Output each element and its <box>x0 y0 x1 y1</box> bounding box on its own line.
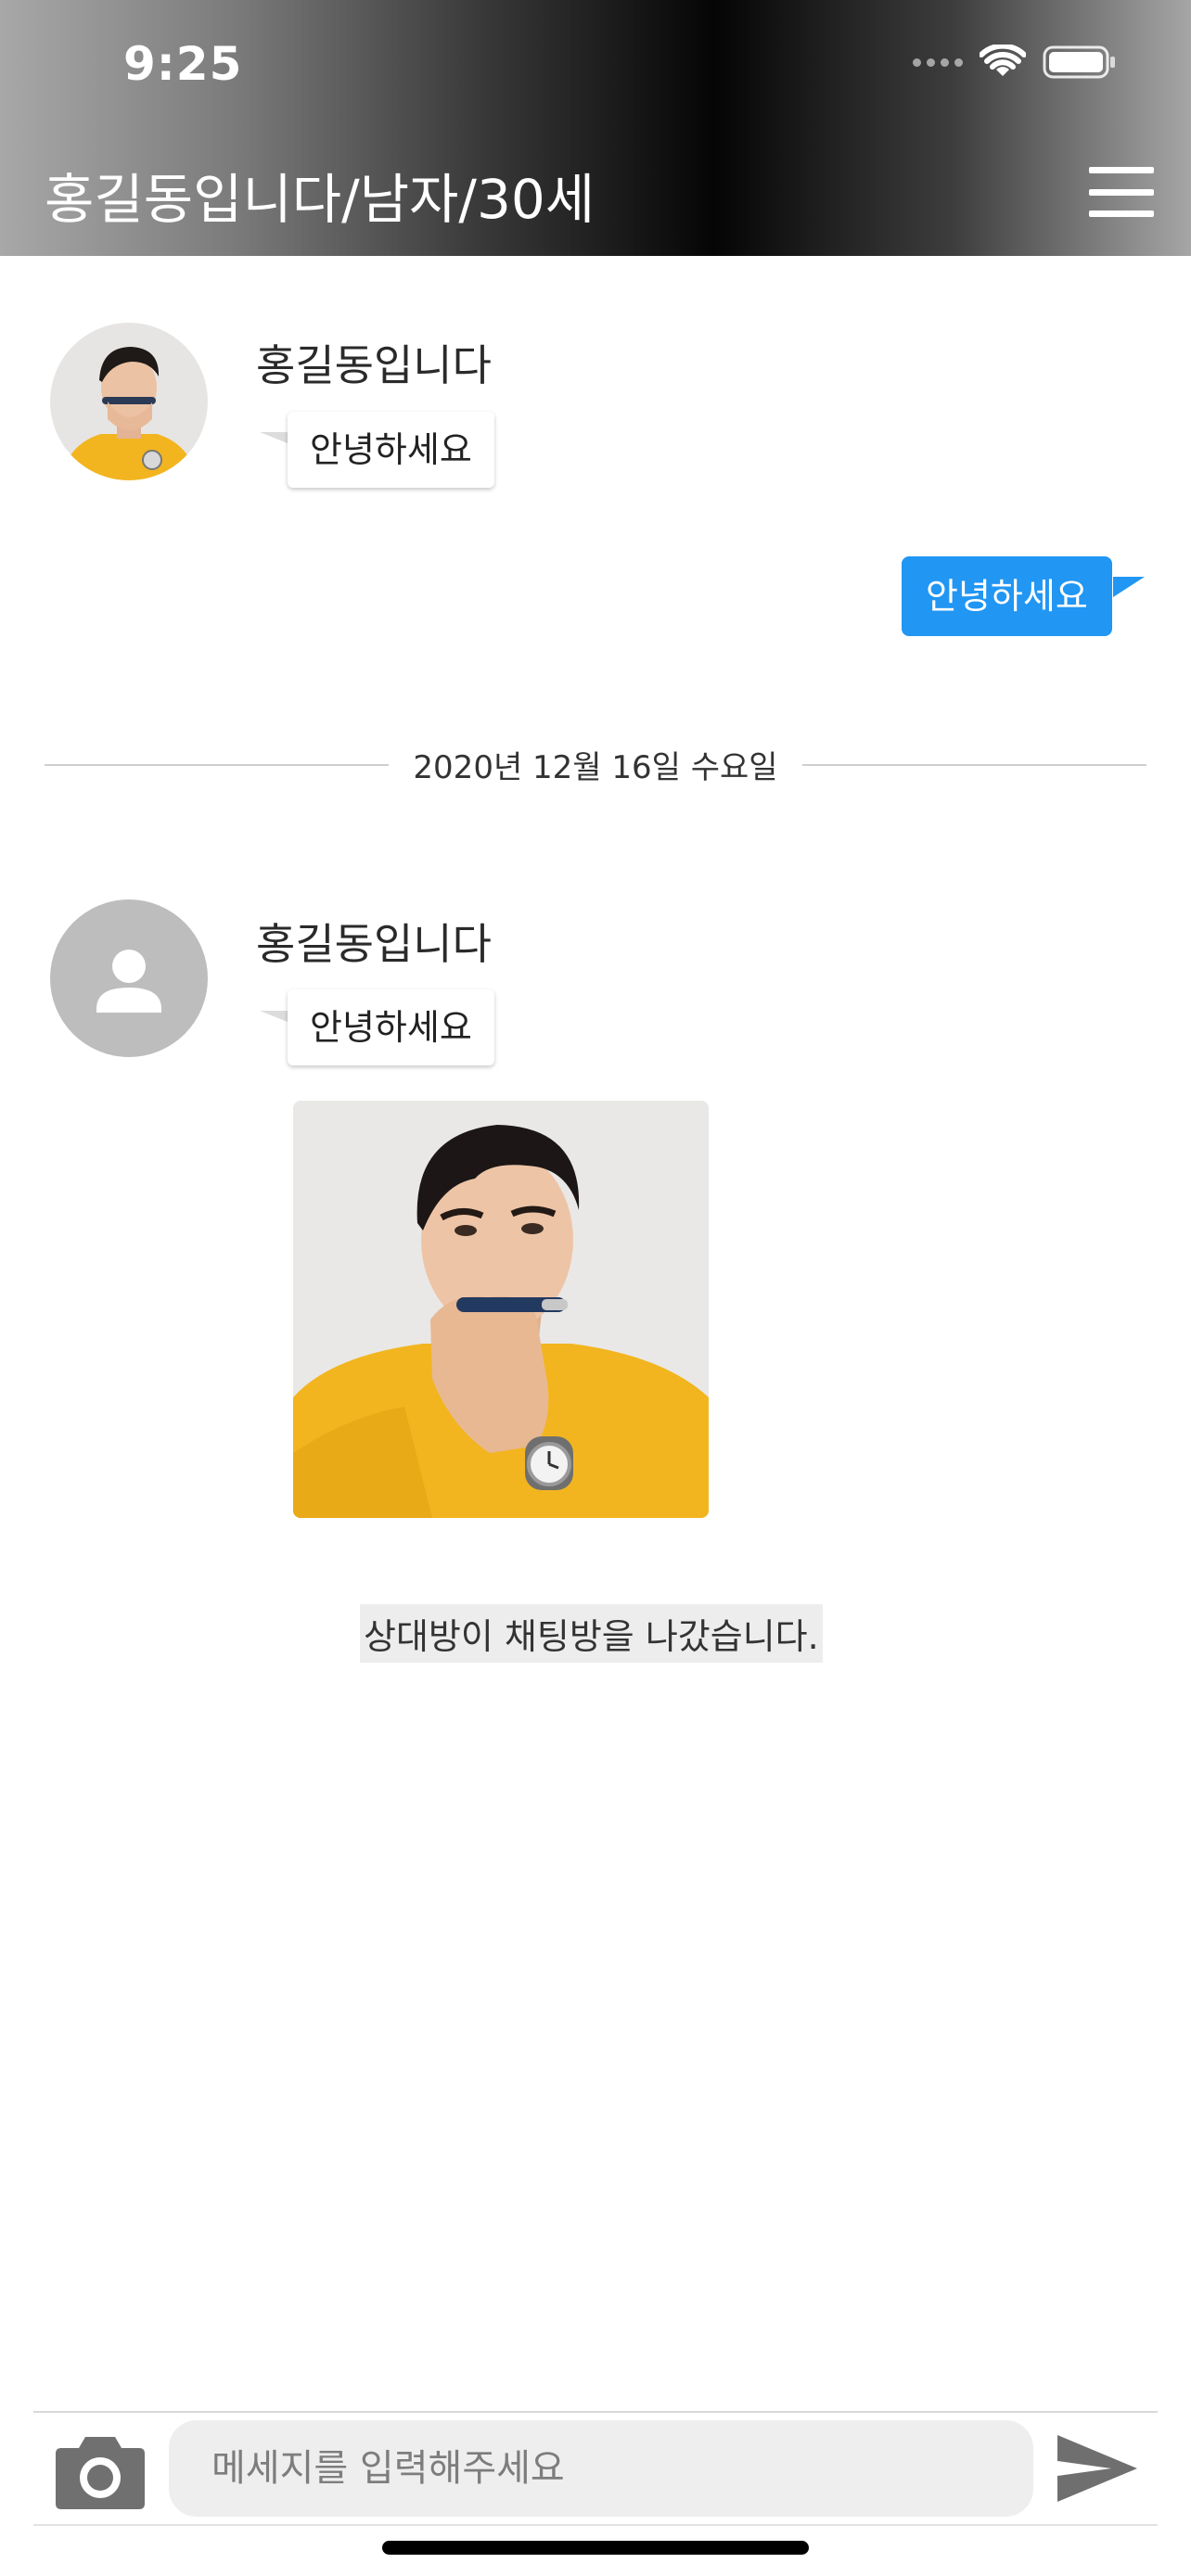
status-time: 9:25 <box>123 37 243 91</box>
leave-notice: 상대방이 채팅방을 나갔습니다. <box>360 1604 823 1663</box>
battery-icon <box>1043 45 1115 79</box>
composer-divider <box>33 2411 1158 2413</box>
person-icon <box>96 950 161 1013</box>
bubble-tail-out <box>1113 577 1145 597</box>
sender-name: 홍길동입니다 <box>256 340 492 390</box>
composer-bottom-divider <box>33 2524 1158 2526</box>
incoming-message[interactable]: 안녕하세요 <box>288 989 494 1065</box>
send-button[interactable] <box>1054 2431 1139 2506</box>
send-icon <box>1057 2435 1137 2502</box>
app-header: 9:25 홍길동입니다/남자/30세 <box>0 0 1191 256</box>
hamburger-icon <box>1089 167 1154 173</box>
outgoing-message[interactable]: 안녕하세요 <box>902 556 1112 636</box>
sender-avatar-photo[interactable] <box>50 323 208 480</box>
bubble-tail <box>260 432 288 443</box>
incoming-message[interactable]: 안녕하세요 <box>288 412 494 488</box>
date-divider: 2020년 12월 16일 수요일 <box>45 742 1147 787</box>
sender-name: 홍길동입니다 <box>256 919 492 969</box>
chat-screen: 9:25 홍길동입니다/남자/30세 홍길동입니다 안녕하세요 안녕하세요 20… <box>0 0 1191 2576</box>
signal-icon <box>913 57 963 67</box>
status-icons <box>913 45 1117 80</box>
home-indicator <box>382 2541 809 2555</box>
message-input[interactable] <box>169 2420 1033 2517</box>
camera-icon <box>56 2437 145 2509</box>
sender-avatar-default[interactable] <box>50 899 208 1057</box>
menu-button[interactable] <box>1089 167 1154 217</box>
wifi-icon <box>980 45 1026 76</box>
chat-title: 홍길동입니다/남자/30세 <box>45 168 596 231</box>
camera-button[interactable] <box>54 2428 147 2511</box>
date-divider-label: 2020년 12월 16일 수요일 <box>413 749 778 786</box>
photo-message[interactable] <box>293 1101 709 1518</box>
bubble-tail <box>260 1011 288 1022</box>
